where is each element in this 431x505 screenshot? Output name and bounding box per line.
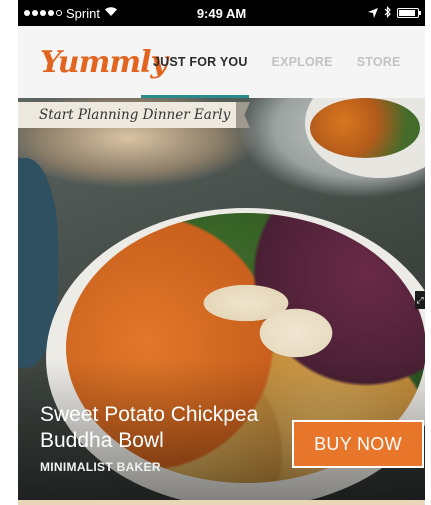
status-time: 9:49 AM (196, 5, 247, 21)
location-arrow-icon (368, 6, 378, 21)
recipe-title[interactable]: Sweet Potato Chickpea Buddha Bowl (40, 402, 300, 454)
top-navigation: Yummly JUST FOR YOU EXPLORE STORE (18, 26, 425, 98)
status-bar: Sprint 9:49 AM (18, 0, 425, 26)
background-food-top-right (310, 98, 420, 158)
recipe-title-line-1: Sweet Potato Chickpea (40, 403, 259, 426)
expand-icon[interactable]: ⤢ (415, 291, 425, 309)
tab-just-for-you[interactable]: JUST FOR YOU (141, 26, 249, 98)
battery-icon (397, 8, 421, 18)
app-screen: Sprint 9:49 AM Yummly JUST FOR YOU EXPLO… (18, 0, 425, 505)
banner-text: Start Planning Dinner Early (39, 107, 231, 123)
section-banner: Start Planning Dinner Early (18, 102, 250, 128)
tab-explore[interactable]: EXPLORE (272, 26, 333, 98)
bluetooth-icon (384, 5, 391, 21)
battery-fill (399, 10, 416, 16)
status-right (368, 5, 421, 21)
featured-recipe-card[interactable]: Start Planning Dinner Early Sweet Potato… (18, 98, 425, 500)
nav-tabs: JUST FOR YOU EXPLORE STORE (141, 26, 425, 98)
yummly-logo[interactable]: Yummly (40, 45, 168, 80)
recipe-title-line-2: Buddha Bowl (40, 429, 164, 452)
next-card-peek[interactable] (18, 500, 425, 505)
tab-store[interactable]: STORE (357, 26, 401, 98)
recipe-source[interactable]: MINIMALIST BAKER (40, 460, 161, 474)
buy-now-button[interactable]: BUY NOW (292, 420, 424, 468)
